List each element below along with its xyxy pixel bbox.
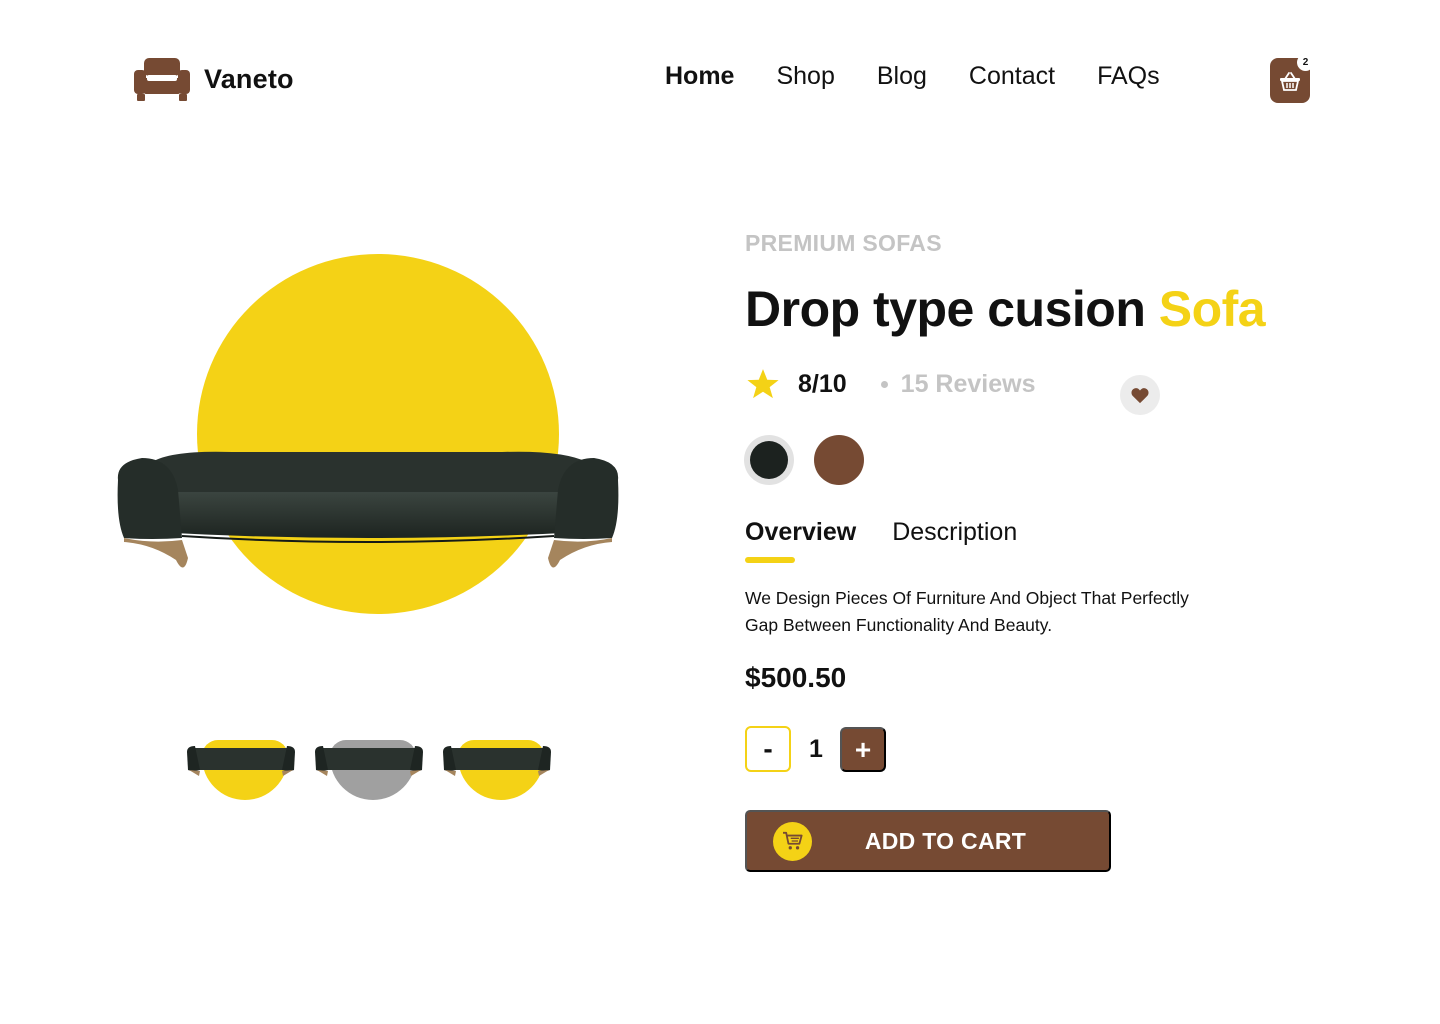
color-swatch-dark-fill	[750, 441, 788, 479]
cart-count-badge: 2	[1297, 54, 1314, 71]
star-icon	[747, 369, 779, 399]
reviews-link[interactable]: 15 Reviews	[901, 370, 1036, 399]
nav-home[interactable]: Home	[665, 62, 734, 91]
thumbnail-sofa-image	[187, 746, 295, 776]
thumbnail-sofa-image	[315, 746, 423, 776]
separator-dot	[880, 380, 888, 388]
active-tab-indicator	[745, 557, 795, 563]
product-price: $500.50	[745, 662, 847, 693]
nav-blog[interactable]: Blog	[877, 62, 927, 91]
tab-overview[interactable]: Overview	[745, 518, 856, 557]
thumbnail-1[interactable]	[186, 738, 296, 802]
product-rating: 8/10 15 Reviews	[746, 367, 1036, 401]
tab-description[interactable]: Description	[892, 518, 1017, 557]
color-swatch-brown[interactable]	[814, 435, 864, 485]
heart-icon	[1131, 388, 1149, 404]
thumbnail-2[interactable]	[314, 738, 424, 802]
product-tabs: Overview Description	[745, 518, 1017, 557]
product-title-accent: Sofa	[1158, 281, 1266, 337]
gallery-thumbnails	[186, 738, 552, 802]
product-title-main: Drop type cusion	[745, 281, 1159, 337]
color-swatch-dark[interactable]	[744, 435, 794, 485]
nav-contact[interactable]: Contact	[969, 62, 1055, 91]
armchair-icon	[134, 58, 190, 101]
quantity-value: 1	[809, 735, 823, 763]
brand-name: Vaneto	[204, 63, 294, 94]
quantity-increase-button[interactable]: +	[840, 727, 886, 772]
shopping-cart-icon	[773, 821, 812, 861]
quantity-decrease-button[interactable]: -	[745, 726, 791, 772]
product-image	[117, 451, 619, 568]
brand-logo[interactable]: Vaneto	[134, 56, 294, 102]
add-to-cart-label: ADD TO CART	[864, 827, 1027, 854]
basket-icon	[1280, 71, 1300, 91]
product-category: PREMIUM SOFAS	[745, 230, 942, 256]
thumbnail-3[interactable]	[442, 738, 552, 802]
nav-faqs[interactable]: FAQs	[1097, 62, 1160, 91]
nav-shop[interactable]: Shop	[776, 62, 834, 91]
rating-score: 8/10	[798, 369, 847, 398]
cart-button[interactable]: 2	[1270, 54, 1314, 103]
add-to-cart-button[interactable]: ADD TO CART	[745, 810, 1111, 872]
product-description: We Design Pieces Of Furniture And Object…	[745, 588, 1189, 635]
thumbnail-sofa-image	[443, 746, 551, 776]
favorite-button[interactable]	[1120, 375, 1160, 415]
product-title: Drop type cusion Sofa	[745, 280, 1266, 338]
main-nav: Home Shop Blog Contact FAQs	[665, 62, 1160, 91]
